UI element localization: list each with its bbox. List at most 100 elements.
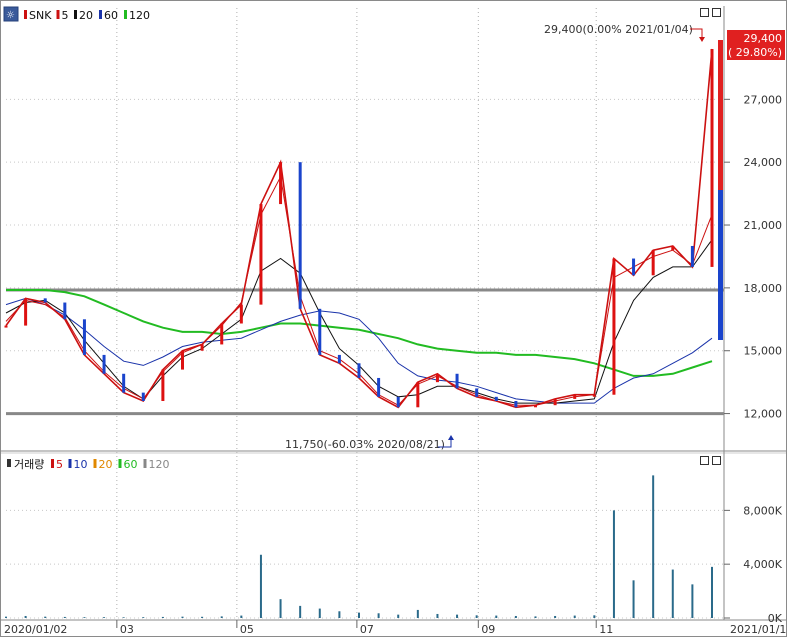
volume-bar: [299, 605, 302, 618]
price-candle: [259, 204, 263, 305]
volume-legend: 거래량 5 10 20 60 120: [7, 458, 170, 471]
legend-swatch: [99, 10, 102, 19]
price-candle: [337, 354, 341, 364]
legend-label: 60: [104, 9, 118, 22]
volume-bars: [5, 475, 713, 618]
legend-label: 거래량: [14, 458, 44, 471]
price-range-bar-up: [718, 40, 723, 190]
volume-minimize-button[interactable]: [700, 456, 709, 465]
volume-close-button[interactable]: [712, 456, 721, 465]
legend-swatch: [93, 459, 97, 468]
volume-bar: [24, 615, 27, 618]
price-candle: [553, 398, 557, 406]
legend-label: 60: [124, 458, 138, 471]
series-line-SNK: [5, 48, 713, 409]
volume-bar: [495, 615, 498, 618]
volume-bar: [338, 611, 341, 618]
price-candle: [475, 388, 479, 397]
y-tick-label: 12,000: [744, 408, 783, 421]
price-axis-ticks: 27,000 24,000 21,000 18,000 15,000 12,000: [724, 93, 783, 421]
price-candle: [710, 49, 714, 267]
high-arrow-head: [699, 37, 705, 42]
y-tick-label: 21,000: [744, 219, 783, 232]
horizontal-gridlines: [6, 98, 724, 619]
y-tick-label: 4,000K: [743, 558, 782, 571]
close-button[interactable]: [712, 8, 721, 17]
volume-bar: [671, 569, 674, 618]
price-candle: [122, 373, 126, 393]
legend-label: 5: [56, 458, 63, 471]
price-candle: [200, 344, 204, 351]
volume-bar: [456, 614, 459, 618]
legend-label: 120: [149, 458, 170, 471]
high-annotation: 29,400(0.00% 2021/01/04): [544, 23, 705, 42]
volume-bar: [534, 616, 537, 618]
low-arrow-head: [448, 435, 454, 440]
legend-swatch: [51, 459, 54, 468]
volume-bar: [711, 566, 713, 618]
price-candle: [4, 325, 8, 328]
legend-label: 5: [62, 9, 69, 22]
volume-bar: [83, 617, 86, 618]
volume-bar: [240, 615, 243, 618]
price-candle: [82, 319, 86, 355]
volume-bar: [514, 615, 517, 618]
high-price-label: 29,400(0.00% 2021/01/04): [544, 23, 693, 36]
x-tick-label: 03: [120, 623, 134, 636]
price-candle: [592, 394, 596, 397]
price-candle: [220, 323, 224, 345]
volume-bar: [416, 609, 419, 618]
price-range-bar-down: [718, 190, 723, 340]
volume-bar: [612, 510, 615, 618]
legend-label: 20: [99, 458, 113, 471]
current-change: ( 29.80%): [728, 46, 782, 59]
y-tick-label: 24,000: [744, 156, 783, 169]
price-candle: [24, 298, 28, 326]
volume-bar: [554, 615, 557, 618]
volume-bar: [181, 616, 184, 618]
price-candle: [690, 245, 694, 267]
volume-bar: [632, 580, 635, 618]
y-tick-label: 18,000: [744, 282, 783, 295]
price-candle: [632, 258, 636, 276]
price-candle: [161, 369, 165, 402]
x-tick-label: 07: [360, 623, 374, 636]
volume-bar: [5, 616, 7, 618]
price-candle: [279, 162, 283, 205]
legend-swatch: [68, 459, 72, 468]
legend-swatch: [143, 459, 147, 468]
volume-bar: [318, 608, 321, 618]
price-candle: [141, 392, 145, 402]
price-candle: [416, 382, 420, 408]
settings-glyph: ☼: [6, 10, 15, 21]
price-candle: [63, 302, 67, 320]
price-candle: [534, 405, 537, 408]
price-candle: [239, 304, 243, 324]
volume-bar: [652, 475, 655, 618]
legend-swatch: [56, 10, 60, 19]
y-tick-label: 27,000: [744, 93, 783, 106]
price-candle: [318, 308, 322, 355]
volume-bar: [397, 614, 400, 618]
x-tick-label: 05: [240, 623, 254, 636]
price-candle: [43, 298, 47, 303]
price-candle: [181, 350, 184, 370]
price-candle: [573, 394, 577, 399]
price-candle: [651, 250, 655, 276]
volume-bar: [475, 615, 478, 618]
legend-label: 10: [74, 458, 88, 471]
volume-bar: [593, 615, 596, 618]
low-annotation: 11,750(-60.03% 2020/08/21): [285, 435, 454, 451]
price-candle: [298, 162, 302, 309]
stock-chart: 27,000 24,000 21,000 18,000 15,000 12,000 8,0…: [1, 6, 787, 636]
price-candle: [102, 354, 106, 374]
volume-bar: [161, 616, 164, 618]
volume-bar: [142, 617, 145, 618]
minimize-button[interactable]: [700, 8, 709, 17]
volume-bar: [436, 613, 439, 618]
volume-bar: [63, 616, 66, 618]
price-legend: ☼ SNK 5 20 60 120: [3, 6, 150, 22]
price-candle: [494, 396, 498, 402]
volume-bar: [573, 615, 576, 618]
low-price-label: 11,750(-60.03% 2020/08/21): [285, 438, 445, 451]
